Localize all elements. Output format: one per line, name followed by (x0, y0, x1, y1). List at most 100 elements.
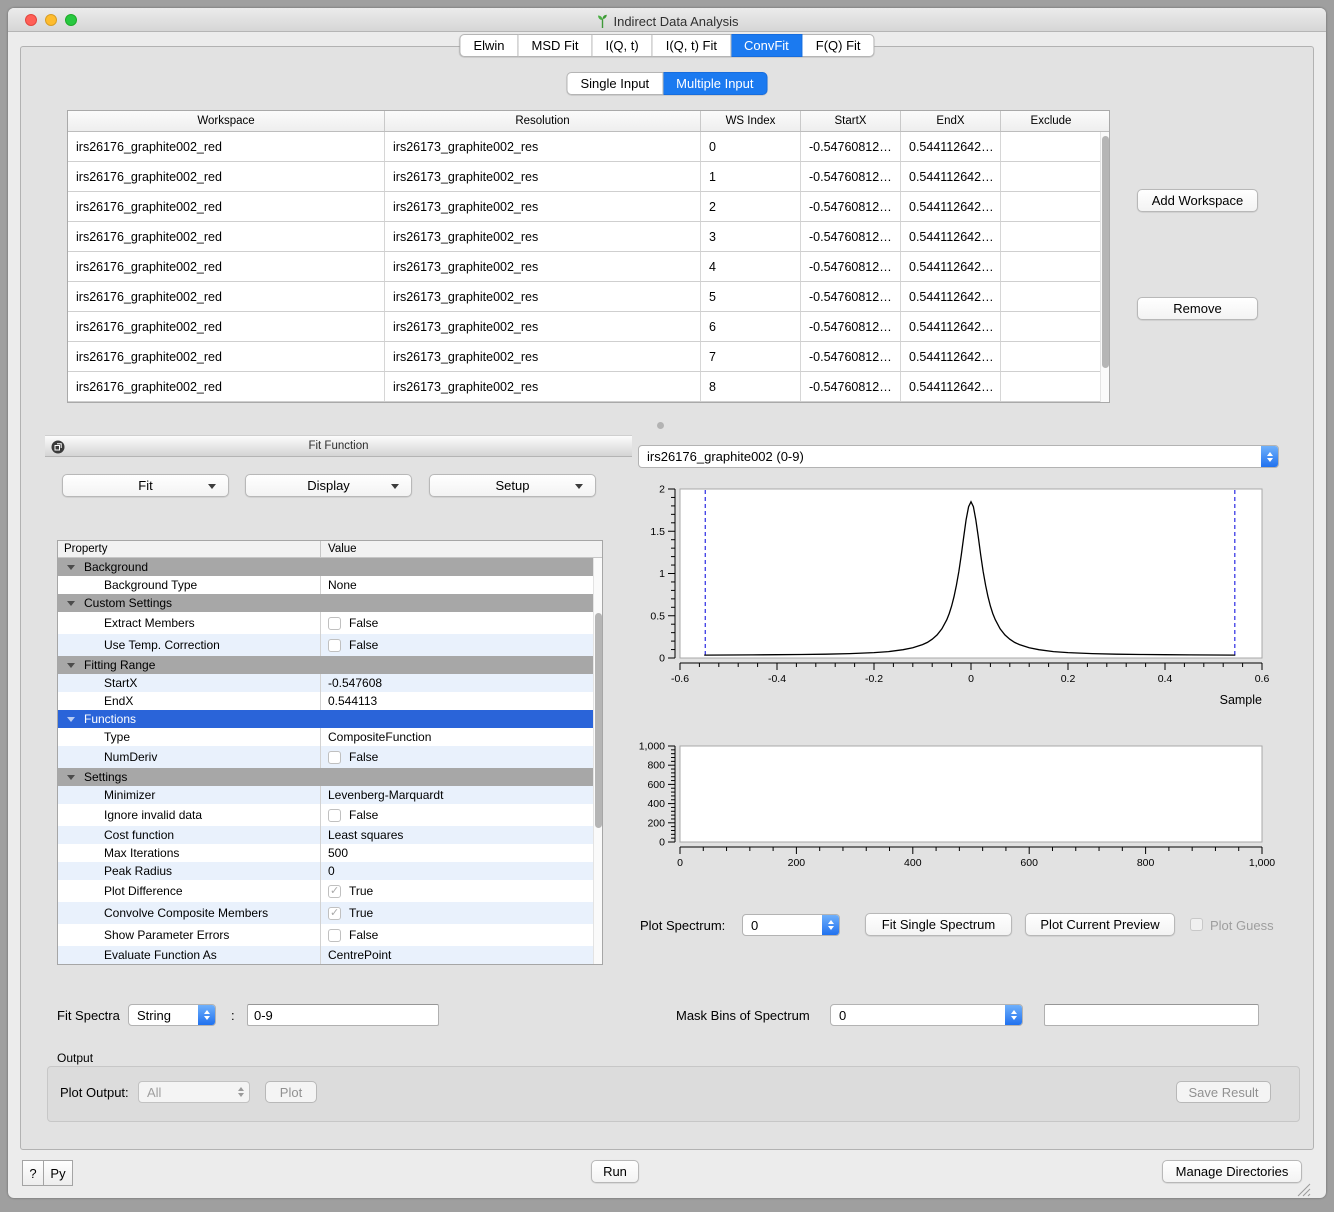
property-value[interactable]: False (321, 612, 602, 634)
property-value[interactable]: False (321, 634, 602, 656)
tab-msd-fit[interactable]: MSD Fit (519, 34, 593, 57)
cell-workspace[interactable]: irs26176_graphite002_red (68, 252, 385, 281)
tab-i-q-t[interactable]: I(Q, t) (592, 34, 652, 57)
cell-startx[interactable]: -0.54760812… (801, 312, 901, 341)
property-value[interactable]: 500 (321, 844, 602, 862)
cell-startx[interactable]: -0.54760812… (801, 162, 901, 191)
property-value[interactable]: False (321, 804, 602, 826)
sample-preview-plot[interactable]: 00.511.52-0.6-0.4-0.200.20.40.6Sample (636, 483, 1288, 718)
column-header-workspace[interactable]: Workspace (68, 111, 385, 131)
plot-guess-checkbox[interactable] (1190, 918, 1203, 931)
checkbox-checked-icon[interactable] (328, 885, 341, 898)
cell-startx[interactable]: -0.54760812… (801, 252, 901, 281)
cell-resolution[interactable]: irs26173_graphite002_res (385, 252, 701, 281)
cell-endx[interactable]: 0.544112642… (901, 372, 1001, 401)
table-row[interactable]: irs26176_graphite002_redirs26173_graphit… (68, 312, 1109, 342)
cell-exclude[interactable] (1001, 132, 1101, 161)
scrollbar-thumb[interactable] (1102, 136, 1109, 368)
cell-workspace[interactable]: irs26176_graphite002_red (68, 282, 385, 311)
display-menu-button[interactable]: Display (245, 474, 412, 497)
checkbox-unchecked-icon[interactable] (328, 617, 341, 630)
cell-endx[interactable]: 0.544112642… (901, 252, 1001, 281)
float-panel-icon[interactable] (51, 440, 65, 454)
property-value[interactable]: Least squares (321, 826, 602, 844)
mask-bins-input[interactable] (1044, 1004, 1259, 1026)
checkbox-unchecked-icon[interactable] (328, 929, 341, 942)
run-button[interactable]: Run (591, 1160, 639, 1183)
checkbox-checked-icon[interactable] (328, 907, 341, 920)
cell-endx[interactable]: 0.544112642… (901, 282, 1001, 311)
property-item-row[interactable]: Background TypeNone (58, 576, 602, 594)
property-item-row[interactable]: Use Temp. CorrectionFalse (58, 634, 602, 656)
expand-triangle-icon[interactable] (67, 663, 75, 668)
expand-triangle-icon[interactable] (67, 601, 75, 606)
cell-workspace[interactable]: irs26176_graphite002_red (68, 222, 385, 251)
property-value[interactable]: CompositeFunction (321, 728, 602, 746)
cell-endx[interactable]: 0.544112642… (901, 192, 1001, 221)
property-item-row[interactable]: Ignore invalid dataFalse (58, 804, 602, 826)
property-group-row[interactable]: Settings (58, 768, 602, 786)
tab-convfit[interactable]: ConvFit (731, 34, 803, 57)
cell-exclude[interactable] (1001, 282, 1101, 311)
cell-ws-index[interactable]: 6 (701, 312, 801, 341)
property-item-row[interactable]: Peak Radius0 (58, 862, 602, 880)
setup-menu-button[interactable]: Setup (429, 474, 596, 497)
cell-resolution[interactable]: irs26173_graphite002_res (385, 222, 701, 251)
cell-workspace[interactable]: irs26176_graphite002_red (68, 342, 385, 371)
table-row[interactable]: irs26176_graphite002_redirs26173_graphit… (68, 342, 1109, 372)
property-item-row[interactable]: Show Parameter ErrorsFalse (58, 924, 602, 946)
cell-resolution[interactable]: irs26173_graphite002_res (385, 372, 701, 401)
scrollbar-thumb[interactable] (595, 613, 602, 828)
column-header-exclude[interactable]: Exclude (1001, 111, 1101, 131)
property-item-row[interactable]: NumDerivFalse (58, 746, 602, 768)
cell-ws-index[interactable]: 2 (701, 192, 801, 221)
input-tab-single-input[interactable]: Single Input (567, 72, 664, 95)
cell-ws-index[interactable]: 5 (701, 282, 801, 311)
remove-workspace-button[interactable]: Remove (1137, 297, 1258, 320)
expand-triangle-icon[interactable] (67, 565, 75, 570)
property-item-row[interactable]: Max Iterations500 (58, 844, 602, 862)
cell-ws-index[interactable]: 4 (701, 252, 801, 281)
cell-startx[interactable]: -0.54760812… (801, 342, 901, 371)
table-row[interactable]: irs26176_graphite002_redirs26173_graphit… (68, 372, 1109, 402)
property-item-row[interactable]: MinimizerLevenberg-Marquardt (58, 786, 602, 804)
property-item-row[interactable]: Cost functionLeast squares (58, 826, 602, 844)
workspace-table-scrollbar[interactable] (1100, 132, 1109, 402)
cell-exclude[interactable] (1001, 372, 1101, 401)
cell-endx[interactable]: 0.544112642… (901, 132, 1001, 161)
cell-startx[interactable]: -0.54760812… (801, 132, 901, 161)
table-row[interactable]: irs26176_graphite002_redirs26173_graphit… (68, 282, 1109, 312)
cell-endx[interactable]: 0.544112642… (901, 342, 1001, 371)
add-workspace-button[interactable]: Add Workspace (1137, 189, 1258, 212)
cell-endx[interactable]: 0.544112642… (901, 312, 1001, 341)
plot-button[interactable]: Plot (265, 1081, 317, 1103)
column-header-ws-index[interactable]: WS Index (701, 111, 801, 131)
table-row[interactable]: irs26176_graphite002_redirs26173_graphit… (68, 192, 1109, 222)
mask-spectrum-combo[interactable]: 0 (830, 1004, 1023, 1026)
property-value[interactable]: True (321, 902, 602, 924)
python-export-button[interactable]: Py (44, 1160, 73, 1186)
preview-workspace-selector[interactable]: irs26176_graphite002 (0-9) (638, 445, 1279, 468)
fit-spectra-input[interactable]: 0-9 (247, 1004, 439, 1026)
property-item-row[interactable]: EndX0.544113 (58, 692, 602, 710)
tab-i-q-t-fit[interactable]: I(Q, t) Fit (653, 34, 731, 57)
cell-startx[interactable]: -0.54760812… (801, 282, 901, 311)
cell-exclude[interactable] (1001, 312, 1101, 341)
tab-elwin[interactable]: Elwin (459, 34, 518, 57)
fit-menu-button[interactable]: Fit (62, 474, 229, 497)
checkbox-unchecked-icon[interactable] (328, 639, 341, 652)
cell-startx[interactable]: -0.54760812… (801, 222, 901, 251)
expand-triangle-icon[interactable] (67, 775, 75, 780)
property-group-row[interactable]: Custom Settings (58, 594, 602, 612)
cell-exclude[interactable] (1001, 252, 1101, 281)
property-value[interactable]: -0.547608 (321, 674, 602, 692)
property-value[interactable]: 0 (321, 862, 602, 880)
cell-workspace[interactable]: irs26176_graphite002_red (68, 162, 385, 191)
cell-exclude[interactable] (1001, 192, 1101, 221)
cell-resolution[interactable]: irs26173_graphite002_res (385, 162, 701, 191)
cell-workspace[interactable]: irs26176_graphite002_red (68, 132, 385, 161)
table-row[interactable]: irs26176_graphite002_redirs26173_graphit… (68, 132, 1109, 162)
property-item-row[interactable]: StartX-0.547608 (58, 674, 602, 692)
resize-grip-icon[interactable] (1294, 1180, 1311, 1197)
cell-startx[interactable]: -0.54760812… (801, 192, 901, 221)
